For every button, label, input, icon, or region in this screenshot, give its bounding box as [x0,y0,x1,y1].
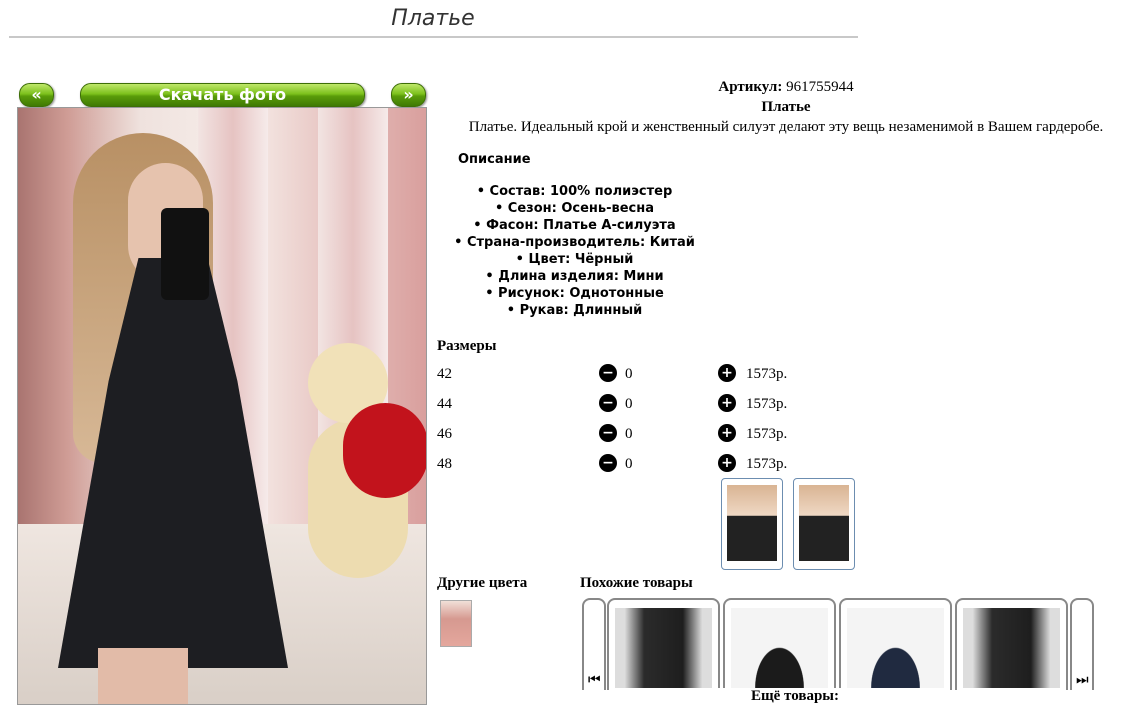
size-label: 42 [437,366,452,382]
similar-product-card[interactable] [607,598,720,690]
minus-circle-icon[interactable]: − [599,394,617,412]
description-item: Страна-производитель: Китай [437,234,712,251]
thumbnail-image [799,485,849,561]
size-label: 46 [437,426,452,442]
phone-in-hand [161,208,209,300]
similar-product-image [847,608,944,688]
size-price: 1573р. [746,396,788,412]
size-price: 1573р. [746,426,788,442]
description-item: Рукав: Длинный [437,302,712,319]
plus-circle-icon[interactable]: + [718,454,736,472]
similar-product-image [963,608,1060,688]
more-goods-label: Ещё товары: [700,688,890,705]
size-price: 1573р. [746,456,788,472]
plus-circle-icon[interactable]: + [718,394,736,412]
article-line: Артикул: 961755944 [440,79,1129,96]
size-label: 44 [437,396,452,412]
skip-forward-icon: ⏭ [1076,672,1089,688]
similar-product-card[interactable] [723,598,836,690]
quantity-value: 0 [625,396,633,412]
skip-back-icon: ⏮ [588,672,601,688]
quantity-value: 0 [625,426,633,442]
other-colors-title: Другие цвета [437,575,528,591]
article-label: Артикул: [718,79,783,95]
product-text: Платье. Идеальный крой и женственный сил… [468,119,1104,135]
description-item: Состав: 100% полиэстер [437,183,712,200]
similar-product-card[interactable] [839,598,952,690]
similar-products-title: Похожие товары [580,575,693,591]
other-color-swatch[interactable] [440,600,472,647]
photo-thumbnail[interactable] [793,478,855,570]
download-photo-button[interactable]: Скачать фото [80,83,365,107]
size-price: 1573р. [746,366,788,382]
quantity-value: 0 [625,456,633,472]
model-legs [98,648,188,704]
carousel-prev-button[interactable]: ⏮ [582,598,606,690]
next-photo-button[interactable]: » [391,83,426,107]
minus-circle-icon[interactable]: − [599,364,617,382]
main-product-photo[interactable] [17,107,427,705]
description-item: Рисунок: Однотонные [437,285,712,302]
thumbnail-image [727,485,777,561]
size-row: 44 − 0 + 1573р. [437,394,817,416]
quantity-value: 0 [625,366,633,382]
minus-circle-icon[interactable]: − [599,424,617,442]
similar-products-carousel: ⏮ ⏭ [580,598,1100,690]
plus-circle-icon[interactable]: + [718,364,736,382]
description-item: Цвет: Чёрный [437,251,712,268]
plus-circle-icon[interactable]: + [718,424,736,442]
size-row: 46 − 0 + 1573р. [437,424,817,446]
article-value: 961755944 [786,79,854,95]
similar-product-card[interactable] [955,598,1068,690]
description-item: Длина изделия: Мини [437,268,712,285]
carousel-next-button[interactable]: ⏭ [1070,598,1094,690]
similar-product-image [731,608,828,688]
size-label: 48 [437,456,452,472]
size-row: 42 − 0 + 1573р. [437,364,817,386]
prev-photo-button[interactable]: « [19,83,54,107]
red-heart-pillow [343,403,426,498]
page-title: Платье [391,6,475,31]
similar-product-image [615,608,712,688]
product-name: Платье [761,99,811,115]
minus-circle-icon[interactable]: − [599,454,617,472]
photo-thumbnail[interactable] [721,478,783,570]
description-list: Состав: 100% полиэстер Сезон: Осень-весн… [437,183,712,319]
description-item: Сезон: Осень-весна [437,200,712,217]
description-item: Фасон: Платье А-силуэта [437,217,712,234]
size-row: 48 − 0 + 1573р. [437,454,817,476]
title-divider [9,36,858,38]
description-title: Описание [458,152,531,167]
sizes-title: Размеры [437,338,497,354]
